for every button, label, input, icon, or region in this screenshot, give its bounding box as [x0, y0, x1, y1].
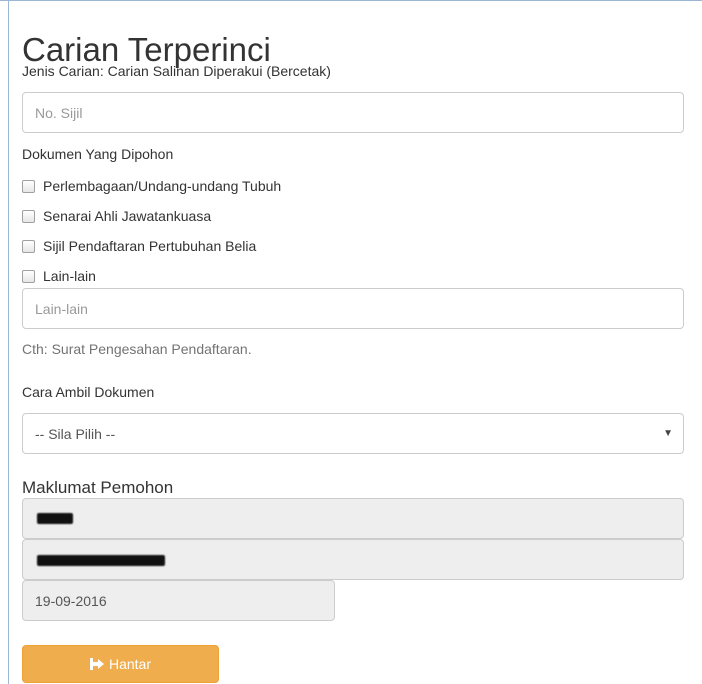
collection-method-select[interactable]: -- Sila Pilih -- ▼ — [22, 413, 684, 454]
application-date-field: 19-09-2016 — [22, 580, 335, 621]
applicant-ic-field — [22, 539, 684, 580]
other-document-input[interactable] — [22, 288, 684, 329]
document-option-perlembagaan[interactable]: Perlembagaan/Undang-undang Tubuh — [22, 176, 281, 196]
other-document-help: Cth: Surat Pengesahan Pendaftaran. — [22, 341, 252, 357]
applicant-heading: Maklumat Pemohon — [22, 478, 174, 497]
checkbox-label[interactable]: Senarai Ahli Jawatankuasa — [43, 207, 211, 225]
documents-label: Dokumen Yang Dipohon — [22, 146, 174, 162]
window-left-border — [8, 0, 9, 684]
redacted-mark — [37, 555, 165, 566]
search-type-label: Jenis Carian: Carian Salinan Diperakui (… — [22, 63, 331, 79]
caret-down-icon: ▼ — [663, 428, 673, 439]
select-value: -- Sila Pilih -- — [35, 426, 116, 442]
checkbox[interactable] — [22, 179, 35, 193]
document-option-sijil-pendaftaran[interactable]: Sijil Pendaftaran Pertubuhan Belia — [22, 236, 256, 256]
certificate-number-input[interactable] — [22, 92, 684, 133]
checkbox-label[interactable]: Perlembagaan/Undang-undang Tubuh — [43, 177, 281, 195]
checkbox[interactable] — [22, 209, 35, 223]
checkbox[interactable] — [22, 239, 35, 253]
document-option-senarai-ajk[interactable]: Senarai Ahli Jawatankuasa — [22, 206, 211, 226]
window-top-border — [0, 0, 702, 1]
submit-label: Hantar — [108, 656, 152, 672]
checkbox[interactable] — [22, 269, 35, 283]
redacted-mark — [37, 513, 73, 524]
collection-method-label: Cara Ambil Dokumen — [22, 384, 155, 400]
submit-button[interactable]: Hantar — [22, 645, 219, 683]
applicant-name-field — [22, 498, 684, 539]
checkbox-label[interactable]: Lain-lain — [43, 267, 96, 285]
date-value: 19-09-2016 — [35, 593, 107, 609]
share-arrow-icon — [89, 658, 104, 670]
checkbox-label[interactable]: Sijil Pendaftaran Pertubuhan Belia — [43, 237, 256, 255]
document-option-lain-lain[interactable]: Lain-lain — [22, 266, 96, 286]
